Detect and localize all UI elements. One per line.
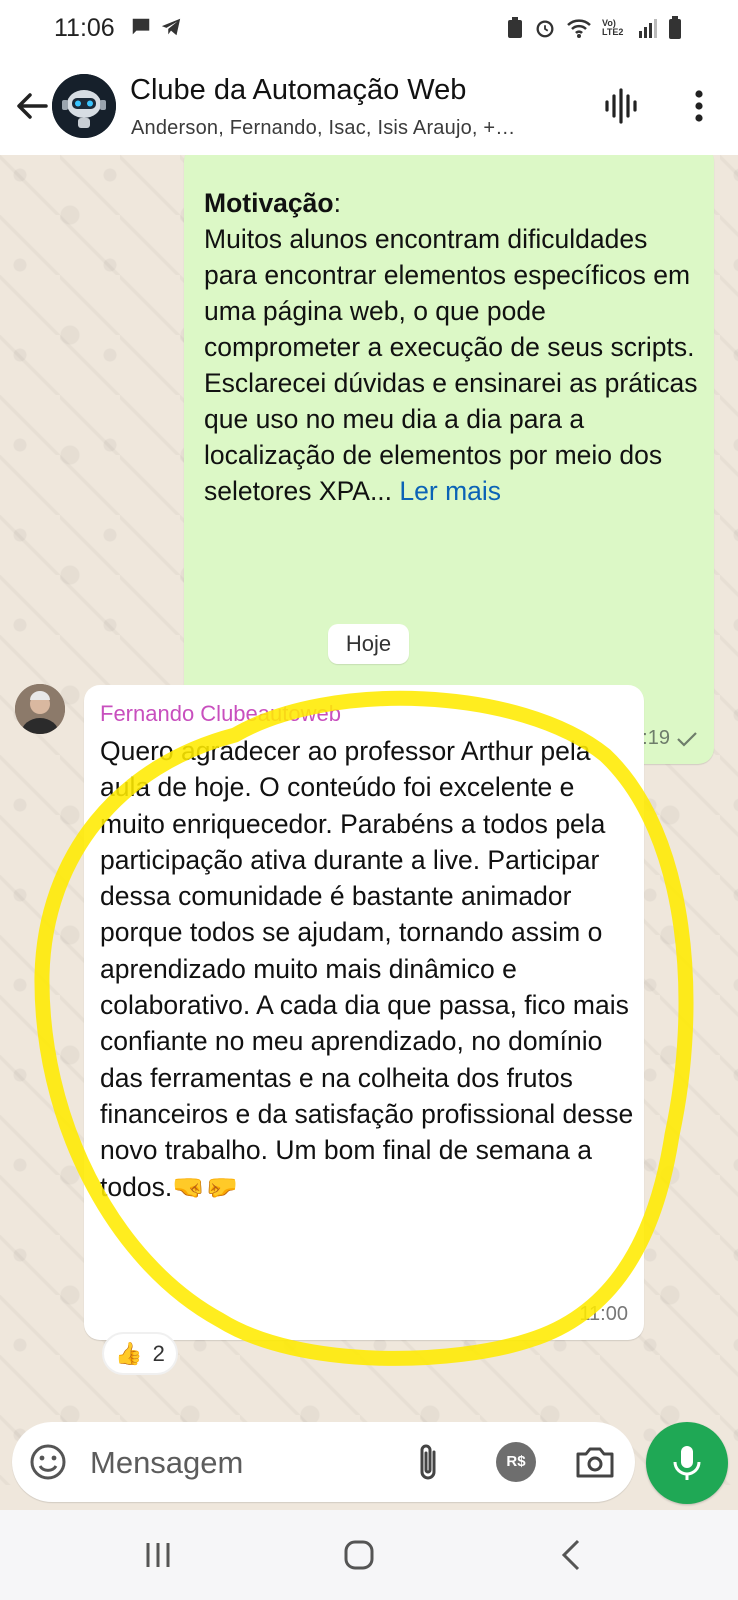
chat-title[interactable]: Clube da Automação Web [130,74,466,107]
payment-button[interactable]: R$ [496,1442,536,1482]
composer-pill: R$ [12,1422,635,1502]
incoming-message[interactable]: Fernando Clubeautoweb Quero agradecer ao… [84,685,644,1340]
incoming-message-text: Quero agradecer ao professor Arthur pela… [100,736,634,1202]
mic-button[interactable] [646,1422,728,1504]
telegram-icon [161,18,181,36]
network-label: Vo) LTE2 [602,18,624,37]
chat-notification-icon [132,18,150,35]
sender-avatar[interactable] [15,684,65,734]
group-avatar-icon [52,74,116,138]
system-nav-bar [0,1510,738,1600]
battery-saver-icon [508,17,522,38]
more-vert-icon[interactable] [684,86,714,126]
emoji-icon[interactable] [28,1442,68,1482]
message-time: 11:00 [579,1303,628,1325]
signal-icon [639,19,657,38]
voice-chat-icon[interactable] [602,86,642,126]
nav-back-icon[interactable] [552,1535,592,1575]
outgoing-message[interactable]: Motivação: Muitos alunos encontram dific… [184,155,714,764]
group-avatar[interactable] [52,74,116,138]
message-body: : Muitos alunos encontram dificuldades p… [204,188,698,506]
home-icon[interactable] [339,1535,379,1575]
sender-name[interactable]: Fernando Clubeautoweb [100,701,341,727]
person-photo-icon [15,684,65,734]
chat-header: Clube da Automação Web Anderson, Fernand… [0,60,738,155]
system-icons: Vo) LTE2 [506,16,682,40]
attach-icon[interactable] [410,1440,446,1484]
message-heading: Motivação [204,188,334,218]
status-bar: 11:06 Vo) LTE2 [0,0,738,60]
outgoing-message-text: Motivação: Muitos alunos encontram dific… [204,185,704,509]
recent-apps-icon[interactable] [138,1535,178,1575]
wifi-icon [567,19,591,38]
reaction-count: 2 [152,1340,165,1366]
thumbs-up-icon: 👍 [115,1340,143,1366]
notification-icons [130,16,182,38]
reaction-pill[interactable]: 👍 2 [102,1332,178,1375]
battery-icon [669,16,681,39]
camera-icon[interactable] [574,1442,616,1482]
composer: R$ [0,1420,738,1505]
chat-participants[interactable]: Anderson, Fernando, Isac, Isis Araujo, +… [131,117,516,140]
check-icon [677,731,697,747]
date-chip: Hoje [328,624,409,664]
read-more-link[interactable]: Ler mais [399,476,501,506]
message-input[interactable] [88,1437,382,1489]
back-arrow-icon[interactable] [12,86,52,126]
status-time: 11:06 [54,14,115,42]
mic-icon [673,1446,701,1480]
chat-area[interactable]: Motivação: Muitos alunos encontram dific… [0,155,738,1485]
alarm-icon [536,20,554,38]
